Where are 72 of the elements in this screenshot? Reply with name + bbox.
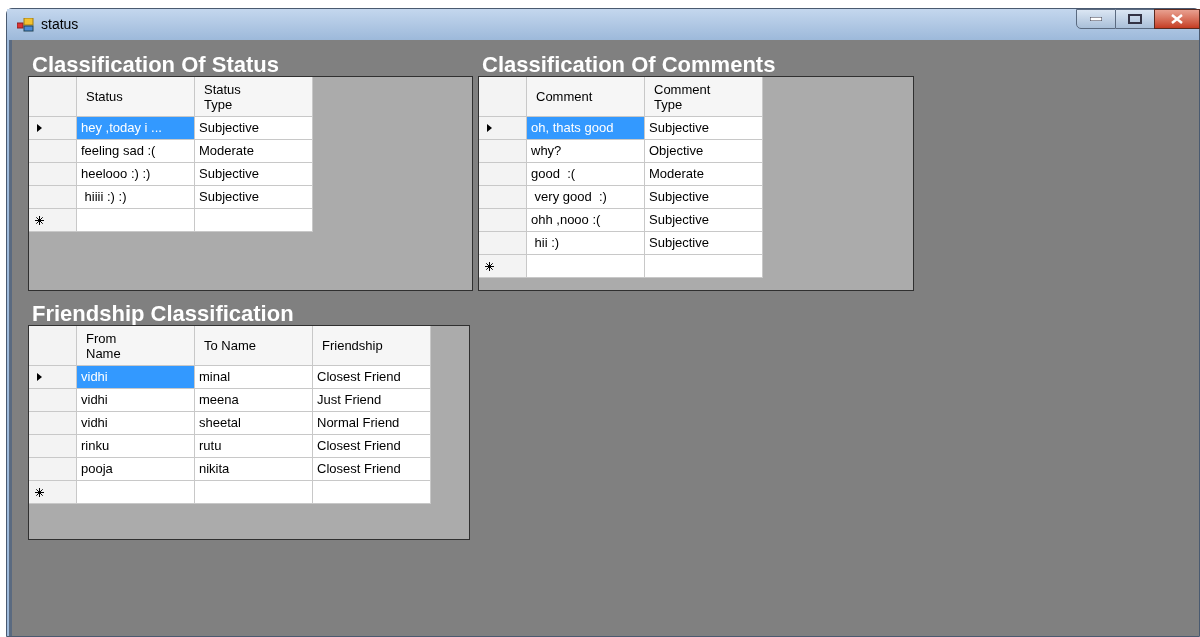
maximize-icon (1128, 14, 1142, 24)
table-cell: vidhi (77, 366, 195, 389)
table-cell: Subjective (195, 163, 313, 186)
table-cell: nikita (195, 458, 313, 481)
section-title: Friendship Classification (31, 301, 295, 327)
table-cell: Closest Friend (313, 435, 431, 458)
new-row-icon (485, 261, 494, 271)
minimize-button[interactable] (1076, 9, 1116, 29)
column-header[interactable]: To Name (195, 326, 313, 366)
table-cell: Subjective (645, 209, 763, 232)
new-row-icon (35, 487, 44, 497)
header-corner (29, 326, 77, 366)
row-header[interactable] (29, 481, 77, 504)
table-cell: meena (195, 389, 313, 412)
table-cell: oh, thats good (527, 117, 645, 140)
table-cell[interactable] (195, 481, 313, 504)
table-cell: Subjective (645, 232, 763, 255)
table-cell[interactable] (645, 255, 763, 278)
table-cell: Closest Friend (313, 366, 431, 389)
table-cell: why? (527, 140, 645, 163)
table-cell: heelooo :) :) (77, 163, 195, 186)
table-cell: rutu (195, 435, 313, 458)
table-cell[interactable] (527, 255, 645, 278)
table-cell: hey ,today i ... (77, 117, 195, 140)
row-header[interactable] (479, 255, 527, 278)
minimize-icon (1090, 17, 1102, 21)
table-cell: Objective (645, 140, 763, 163)
table-cell: hii :) (527, 232, 645, 255)
table-cell: Subjective (645, 117, 763, 140)
table-cell: sheetal (195, 412, 313, 435)
current-row-icon (487, 124, 492, 132)
table-cell: pooja (77, 458, 195, 481)
table-cell: vidhi (77, 389, 195, 412)
table-cell: good :( (527, 163, 645, 186)
table-cell: feeling sad :( (77, 140, 195, 163)
table-cell: Normal Friend (313, 412, 431, 435)
window-title: status (41, 15, 79, 34)
table-cell[interactable] (77, 481, 195, 504)
new-row-icon (35, 215, 44, 225)
table-cell: Closest Friend (313, 458, 431, 481)
table-cell[interactable] (313, 481, 431, 504)
column-header[interactable]: Status Type (195, 77, 313, 117)
table-cell[interactable] (195, 209, 313, 232)
table-cell: Subjective (195, 117, 313, 140)
header-corner (479, 77, 527, 117)
column-header[interactable]: Comment (527, 77, 645, 117)
close-button[interactable] (1154, 9, 1200, 29)
close-icon (1171, 14, 1183, 24)
table-cell: Subjective (195, 186, 313, 209)
header-corner (29, 77, 77, 117)
table-cell: Subjective (645, 186, 763, 209)
column-header[interactable]: Comment Type (645, 77, 763, 117)
row-header[interactable] (29, 209, 77, 232)
table-cell: Just Friend (313, 389, 431, 412)
current-row-icon (37, 373, 42, 381)
table-cell: ohh ,nooo :( (527, 209, 645, 232)
section-title: Classification Of Comments (481, 52, 777, 78)
column-header[interactable]: From Name (77, 326, 195, 366)
column-header[interactable]: Friendship (313, 326, 431, 366)
app-icon (17, 17, 35, 32)
table-cell: hiiii :) :) (77, 186, 195, 209)
current-row-icon (37, 124, 42, 132)
table-cell: vidhi (77, 412, 195, 435)
table-cell: Moderate (195, 140, 313, 163)
table-cell[interactable] (77, 209, 195, 232)
table-cell: Moderate (645, 163, 763, 186)
table-cell: minal (195, 366, 313, 389)
table-cell: very good :) (527, 186, 645, 209)
column-header[interactable]: Status (77, 77, 195, 117)
maximize-button[interactable] (1116, 9, 1154, 29)
section-title: Classification Of Status (31, 52, 280, 78)
table-cell: rinku (77, 435, 195, 458)
